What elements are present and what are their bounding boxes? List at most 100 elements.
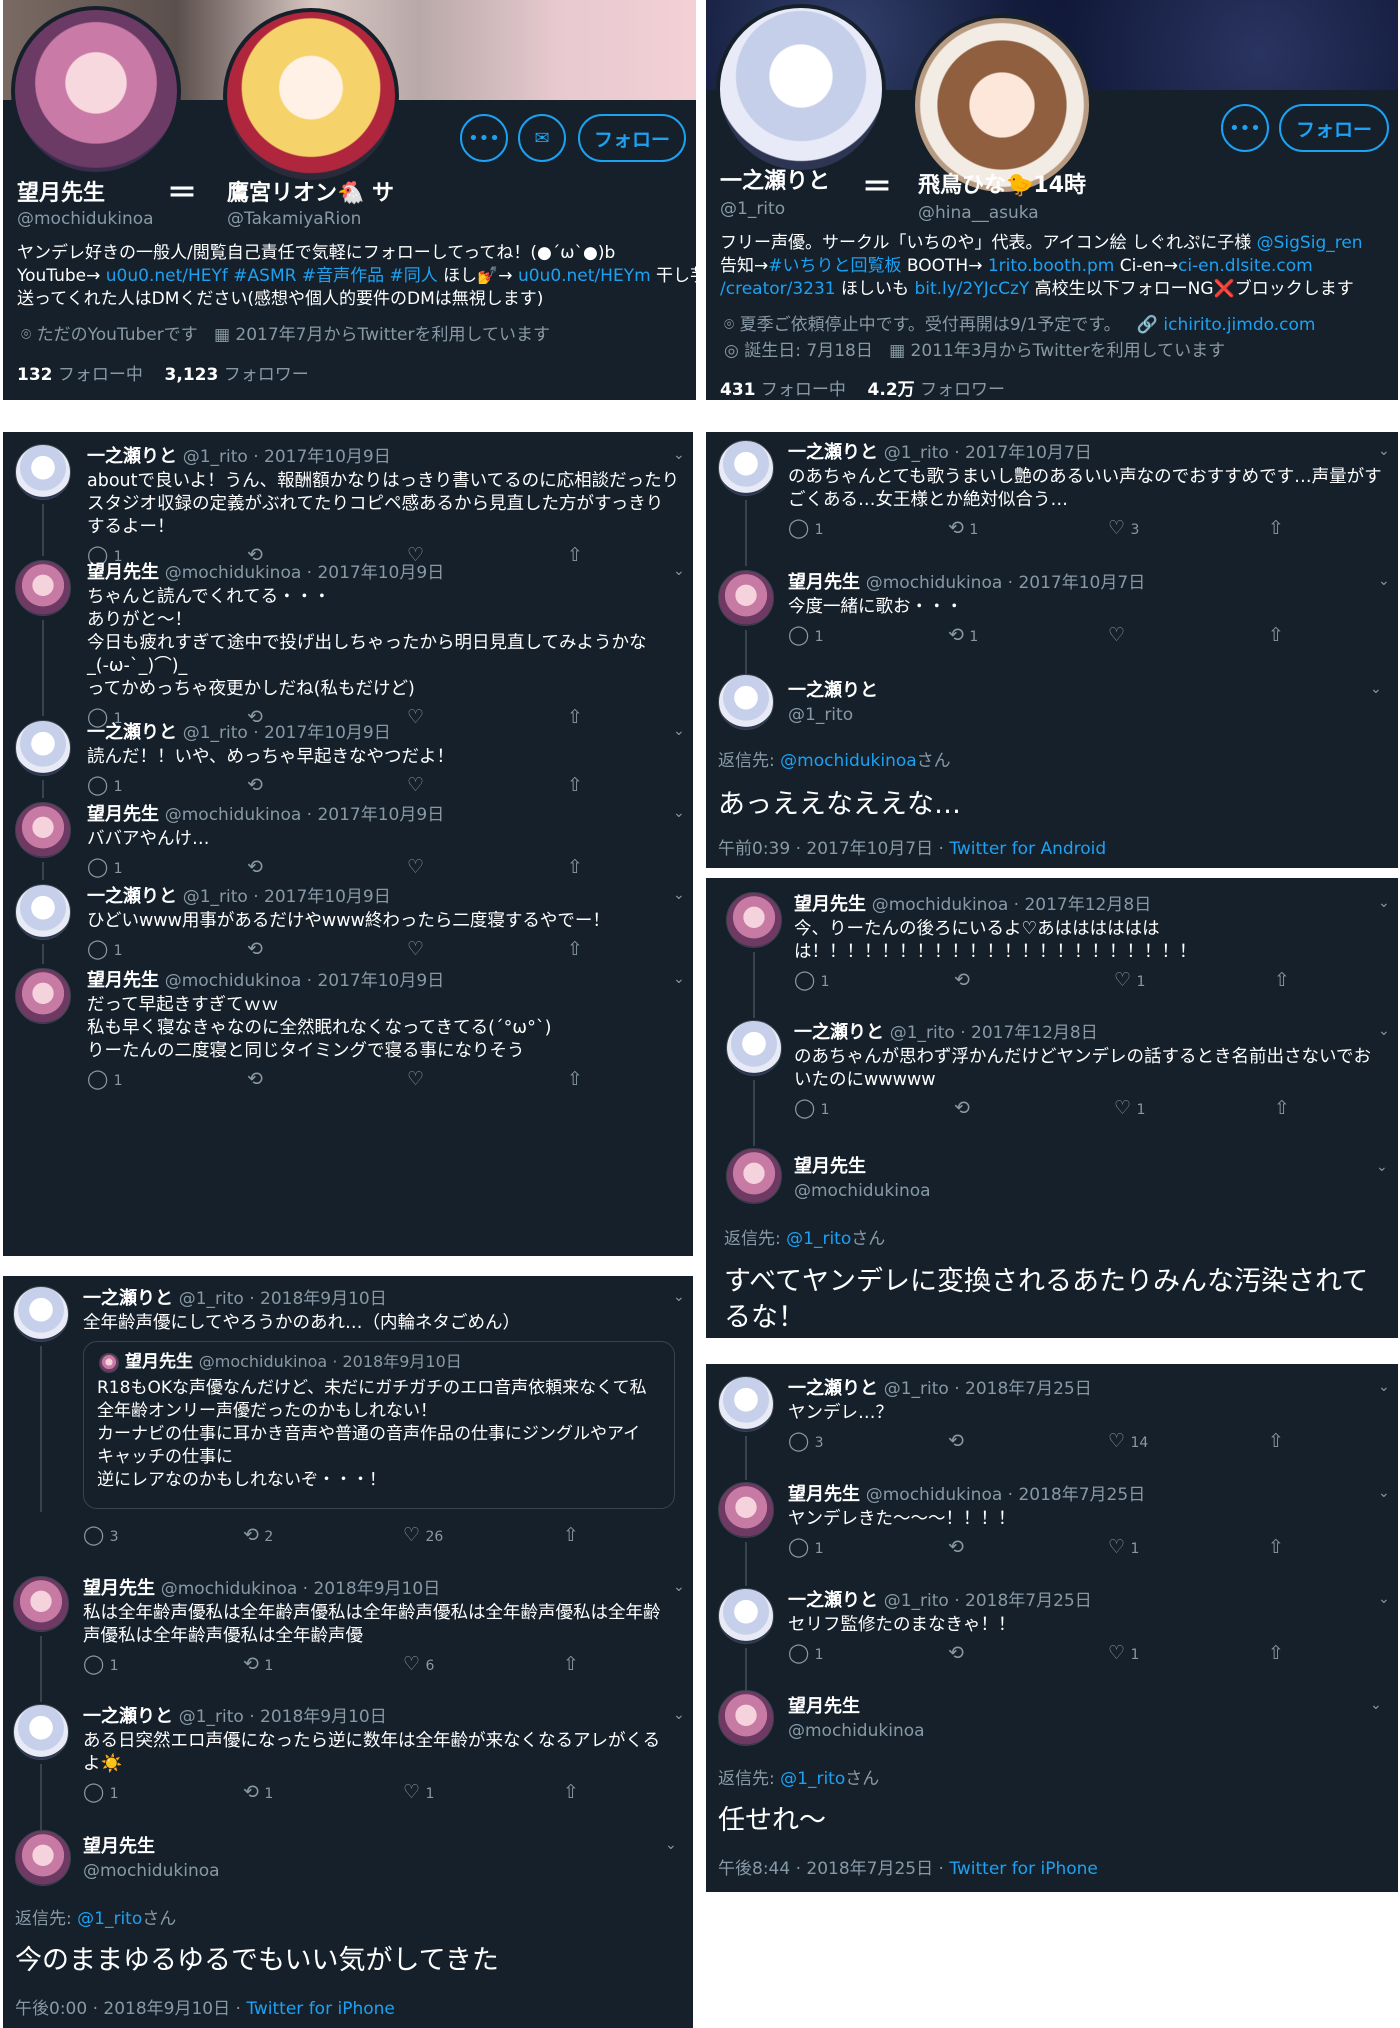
tweet-meta[interactable]: @1_rito · 2018年7月25日 (884, 1379, 1092, 1399)
followers-label[interactable]: フォロワー (920, 380, 1005, 400)
retweet-button[interactable]: ⟲ 1 (948, 518, 978, 540)
chevron-down-icon[interactable]: ⌄ (673, 806, 685, 820)
tweet-meta[interactable]: @1_rito · 2017年12月8日 (890, 1023, 1098, 1043)
reply-button[interactable]: ◯ 1 (788, 1643, 824, 1665)
avatar[interactable] (718, 440, 774, 496)
following-label[interactable]: フォロー中 (761, 380, 846, 400)
tweet-meta[interactable]: @1_rito · 2018年9月10日 (179, 1289, 387, 1309)
reply-button[interactable]: ◯ 1 (87, 857, 123, 879)
share-button[interactable]: ⇧ (567, 775, 583, 796)
tweet-author-name[interactable]: 望月先生 (83, 1836, 155, 1858)
share-button[interactable]: ⇧ (563, 1782, 579, 1803)
retweet-button[interactable]: ⟲ (247, 939, 263, 961)
chevron-down-icon[interactable]: ⌄ (1378, 1592, 1390, 1606)
tweet-author-handle[interactable]: @mochidukinoa (83, 1860, 220, 1882)
tweet-meta[interactable]: @mochidukinoa · 2018年7月25日 (866, 1485, 1145, 1505)
share-button[interactable]: ⇧ (563, 1654, 579, 1675)
retweet-button[interactable]: ⟲ 1 (243, 1654, 273, 1676)
avatar[interactable] (726, 892, 782, 948)
reply-button[interactable]: ◯ 1 (87, 939, 123, 961)
follow-button[interactable]: フォロー (1279, 104, 1389, 152)
retweet-button[interactable]: ⟲ (954, 1098, 970, 1120)
tweet-author-handle[interactable]: @1_rito (788, 704, 853, 726)
chevron-down-icon[interactable]: ⌄ (1378, 444, 1390, 458)
bio-link[interactable]: 1rito.booth.pm (988, 256, 1115, 276)
tweet-meta[interactable]: @1_rito · 2018年7月25日 (884, 1591, 1092, 1611)
retweet-button[interactable]: ⟲ (948, 1537, 964, 1559)
like-button[interactable]: ♡ 3 (1108, 518, 1139, 540)
tweet-author-name[interactable]: 一之瀬りと (83, 1706, 173, 1727)
reply-button[interactable]: ◯ 1 (788, 625, 824, 647)
bio-link[interactable]: u0u0.net/HEYm (518, 266, 651, 286)
retweet-button[interactable]: ⟲ (948, 1431, 964, 1453)
bio-link[interactable]: @SigSig_ren (1257, 233, 1363, 253)
like-button[interactable]: ♡ 26 (403, 1525, 443, 1547)
share-button[interactable]: ⇧ (563, 1525, 579, 1546)
tweet-author-name[interactable]: 望月先生 (788, 1696, 860, 1718)
tweet-author-name[interactable]: 望月先生 (87, 804, 159, 825)
following-label[interactable]: フォロー中 (58, 365, 143, 385)
share-button[interactable]: ⇧ (1268, 1643, 1284, 1664)
reply-button[interactable]: ◯ 3 (788, 1431, 824, 1453)
chevron-down-icon[interactable]: ⌄ (1376, 1160, 1388, 1174)
share-button[interactable]: ⇧ (567, 545, 583, 566)
retweet-button[interactable]: ⟲ (247, 775, 263, 797)
like-button[interactable]: ♡ (407, 707, 424, 729)
tweet-meta[interactable]: @1_rito · 2017年10月9日 (183, 447, 391, 467)
avatar[interactable] (718, 674, 774, 730)
avatar[interactable] (13, 1286, 69, 1342)
more-button[interactable]: ••• (1221, 104, 1269, 152)
reply-button[interactable]: ◯ 1 (788, 518, 824, 540)
tweet-author-name[interactable]: 一之瀬りと (794, 1022, 884, 1043)
avatar[interactable] (15, 560, 71, 616)
share-button[interactable]: ⇧ (1268, 625, 1284, 646)
reply-button[interactable]: ◯ 1 (87, 1069, 123, 1091)
tweet-meta[interactable]: @mochidukinoa · 2017年10月9日 (165, 971, 444, 991)
share-button[interactable]: ⇧ (1268, 1537, 1284, 1558)
like-button[interactable]: ♡ 1 (1108, 1537, 1139, 1559)
like-button[interactable]: ♡ 1 (1108, 1643, 1139, 1665)
reply-to-link[interactable]: @1_rito (780, 1769, 845, 1789)
bio-hashtag[interactable]: #いちりと回覧板 (768, 256, 901, 276)
reply-button[interactable]: ◯ 3 (83, 1525, 119, 1547)
reply-button[interactable]: ◯ 1 (794, 1098, 830, 1120)
tweet-author-name[interactable]: 一之瀬りと (788, 680, 878, 702)
bio-link[interactable]: bit.ly/2YJcCzY (914, 279, 1029, 299)
reply-button[interactable]: ◯ 1 (794, 970, 830, 992)
share-button[interactable]: ⇧ (1268, 518, 1284, 539)
reply-button[interactable]: ◯ 1 (87, 775, 123, 797)
profile-avatar-rion[interactable] (223, 8, 399, 184)
message-button[interactable]: ✉ (518, 114, 566, 162)
tweet-meta[interactable]: @1_rito · 2017年10月9日 (183, 887, 391, 907)
retweet-button[interactable]: ⟲ (954, 970, 970, 992)
tweet-author-name[interactable]: 望月先生 (87, 562, 159, 583)
tweet-client[interactable]: Twitter for iPhone (949, 1859, 1098, 1879)
retweet-button[interactable]: ⟲ (948, 1643, 964, 1665)
like-button[interactable]: ♡ (407, 775, 424, 797)
tweet-author-name[interactable]: 望月先生 (83, 1578, 155, 1599)
tweet-client[interactable]: Twitter for iPhone (246, 1999, 395, 2019)
avatar[interactable] (15, 444, 71, 500)
share-button[interactable]: ⇧ (567, 1069, 583, 1090)
profile-website[interactable]: ichirito.jimdo.com (1163, 315, 1315, 335)
reply-button[interactable]: ◯ 1 (788, 1537, 824, 1559)
bio-link[interactable]: ci-en.dlsite.com (1178, 256, 1313, 276)
chevron-down-icon[interactable]: ⌄ (673, 1708, 685, 1722)
chevron-down-icon[interactable]: ⌄ (1378, 574, 1390, 588)
tweet-author-handle[interactable]: @mochidukinoa (788, 1720, 925, 1742)
tweet-meta[interactable]: @1_rito · 2017年10月7日 (884, 443, 1092, 463)
following-count[interactable]: 431 (720, 380, 756, 400)
followers-count[interactable]: 3,123 (165, 365, 219, 385)
profile-avatar-rito[interactable] (716, 4, 886, 174)
avatar[interactable] (15, 802, 71, 858)
avatar[interactable] (726, 1020, 782, 1076)
reply-to-link[interactable]: @mochidukinoa (780, 751, 917, 771)
share-button[interactable]: ⇧ (1268, 1431, 1284, 1452)
like-button[interactable]: ♡ 1 (1114, 970, 1145, 992)
like-button[interactable]: ♡ 14 (1108, 1431, 1148, 1453)
tweet-author-name[interactable]: 一之瀬りと (788, 1590, 878, 1611)
chevron-down-icon[interactable]: ⌄ (1378, 896, 1390, 910)
tweet-author-name[interactable]: 一之瀬りと (87, 886, 177, 907)
bio-hashtags[interactable]: #ASMR #音声作品 #同人 (228, 266, 437, 286)
avatar[interactable] (13, 1576, 69, 1632)
